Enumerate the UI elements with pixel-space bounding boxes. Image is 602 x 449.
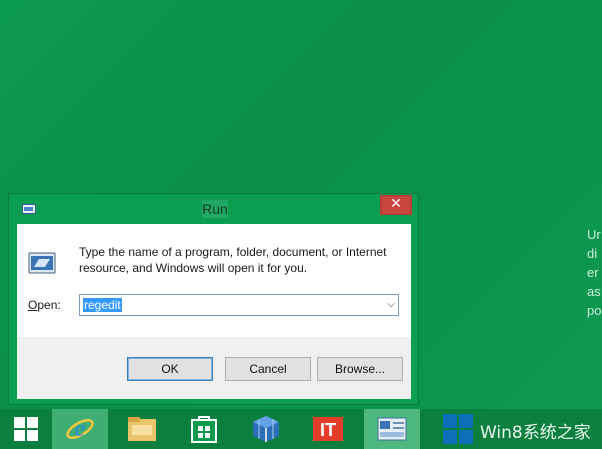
window-title: Run <box>202 200 228 218</box>
chevron-down-icon[interactable]: ⌵ <box>387 299 395 310</box>
dialog-client: Type the name of a program, folder, docu… <box>17 224 411 399</box>
open-combobox[interactable]: regedit ⌵ <box>79 294 399 316</box>
desktop-text-line: po <box>587 303 602 318</box>
taskbar-app-cube[interactable] <box>242 409 290 449</box>
desktop-text-line: er <box>587 265 599 280</box>
open-label-rest: pen: <box>37 298 61 312</box>
run-program-icon <box>28 252 56 274</box>
taskbar-store[interactable] <box>180 409 228 449</box>
close-button[interactable]: ✕ <box>380 195 412 215</box>
internet-explorer-icon: e <box>66 416 94 442</box>
browse-button[interactable]: Browse... <box>317 357 403 381</box>
description-text: Type the name of a program, folder, docu… <box>79 245 387 275</box>
desktop-text-line: as <box>587 284 601 299</box>
open-input-value[interactable]: regedit <box>83 298 122 312</box>
svg-text:IT: IT <box>320 420 336 440</box>
taskbar-run-dialog[interactable] <box>364 409 420 449</box>
cancel-button[interactable]: Cancel <box>225 357 311 381</box>
svg-text:e: e <box>75 416 86 442</box>
store-icon <box>191 416 217 443</box>
run-app-icon <box>22 204 36 214</box>
run-dialog-icon <box>377 417 407 441</box>
desktop-side-text: Ur di er as po <box>584 225 602 320</box>
taskbar-internet-explorer[interactable]: e <box>52 409 108 449</box>
taskbar-it-app[interactable]: IT <box>304 409 352 449</box>
title-bar[interactable]: Run ✕ <box>9 194 418 222</box>
desktop-text-line: di <box>587 246 598 261</box>
windows-logo-icon <box>443 414 473 444</box>
ok-button[interactable]: OK <box>127 357 213 381</box>
open-label: Open: <box>28 298 61 312</box>
start-icon <box>14 417 38 441</box>
desktop-text-line: Ur <box>587 227 601 242</box>
start-button[interactable] <box>2 409 50 449</box>
it-app-icon: IT <box>313 417 343 441</box>
file-explorer-icon <box>128 417 156 441</box>
app-cube-icon <box>253 416 279 442</box>
open-label-accelerator: O <box>28 298 38 312</box>
brand-text: Win8系统之家 <box>480 423 591 443</box>
brand-watermark: Win8系统之家 <box>440 409 602 449</box>
taskbar-file-explorer[interactable] <box>118 409 166 449</box>
run-dialog: Run ✕ Type the name of a program, folder… <box>8 193 419 405</box>
